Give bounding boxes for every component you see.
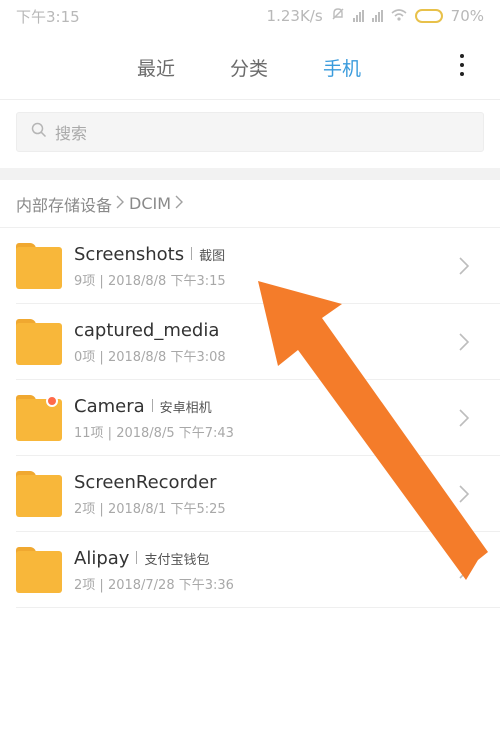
folder-list: Screenshots 截图 9项 | 2018/8/8 下午3:15 capture… xyxy=(0,228,500,608)
folder-icon xyxy=(16,242,62,289)
folder-name: Alipay xyxy=(74,548,130,569)
chevron-right-icon xyxy=(458,332,470,352)
chevron-right-icon xyxy=(458,408,470,428)
chevron-right-icon xyxy=(458,256,470,276)
item-count: 11项 xyxy=(74,426,104,441)
folder-title-line: Screenshots 截图 xyxy=(74,244,500,265)
list-item[interactable]: Alipay 支付宝钱包 2项 | 2018/7/28 下午3:36 xyxy=(16,532,500,608)
folder-meta: 9项 | 2018/8/8 下午3:15 xyxy=(74,274,226,289)
tab-recent[interactable]: 最近 xyxy=(137,54,175,81)
battery-percent: 70% xyxy=(450,7,484,25)
folder-meta: 2项 | 2018/8/1 下午5:25 xyxy=(74,502,226,517)
list-item[interactable]: Camera 安卓相机 11项 | 2018/8/5 下午7:43 xyxy=(16,380,500,456)
status-indicators: 1.23K/s 70% xyxy=(267,7,484,25)
folder-info: captured_media 0项 | 2018/8/8 下午3:08 xyxy=(74,318,500,365)
wifi-icon xyxy=(391,7,407,25)
search-placeholder: 搜索 xyxy=(55,124,88,143)
list-item[interactable]: ScreenRecorder 2项 | 2018/8/1 下午5:25 xyxy=(16,456,500,532)
chevron-right-icon xyxy=(175,194,184,214)
signal-icon xyxy=(352,10,364,22)
modified-date: 2018/7/28 下午3:36 xyxy=(107,578,234,593)
folder-alias: 安卓相机 xyxy=(159,401,212,416)
chevron-right-icon xyxy=(458,560,470,580)
folder-title-line: Camera 安卓相机 xyxy=(74,396,500,417)
section-divider xyxy=(0,168,500,180)
separator xyxy=(191,247,193,260)
folder-name: Screenshots xyxy=(74,244,185,265)
folder-info: Camera 安卓相机 11项 | 2018/8/5 下午7:43 xyxy=(74,394,500,441)
folder-meta: 11项 | 2018/8/5 下午7:43 xyxy=(74,426,234,441)
signal-icon-2 xyxy=(371,10,383,22)
modified-date: 2018/8/1 下午5:25 xyxy=(107,502,226,517)
folder-alias: 支付宝钱包 xyxy=(144,553,210,568)
list-item[interactable]: Screenshots 截图 9项 | 2018/8/8 下午3:15 xyxy=(16,228,500,304)
list-item[interactable]: captured_media 0项 | 2018/8/8 下午3:08 xyxy=(16,304,500,380)
search-container: 搜索 xyxy=(0,100,500,168)
item-count: 9项 xyxy=(74,274,96,289)
separator xyxy=(151,399,153,412)
chevron-right-icon xyxy=(458,484,470,504)
separator xyxy=(136,551,138,564)
status-bar: 下午3:15 1.23K/s 70% xyxy=(0,0,500,32)
folder-alias: 截图 xyxy=(199,249,226,264)
folder-icon xyxy=(16,546,62,593)
folder-name: Camera xyxy=(74,396,145,417)
folder-title-line: ScreenRecorder xyxy=(74,472,500,493)
folder-icon xyxy=(16,318,62,365)
chevron-right-icon xyxy=(116,194,125,214)
folder-name: captured_media xyxy=(74,320,220,341)
folder-icon xyxy=(16,470,62,517)
folder-meta: 0项 | 2018/8/8 下午3:08 xyxy=(74,350,226,365)
item-count: 2项 xyxy=(74,578,96,593)
more-vertical-icon[interactable] xyxy=(460,54,466,76)
folder-info: Screenshots 截图 9项 | 2018/8/8 下午3:15 xyxy=(74,242,500,289)
network-speed: 1.23K/s xyxy=(266,7,323,25)
folder-title-line: captured_media xyxy=(74,320,500,341)
folder-meta: 2项 | 2018/7/28 下午3:36 xyxy=(74,578,234,593)
folder-info: Alipay 支付宝钱包 2项 | 2018/7/28 下午3:36 xyxy=(74,546,500,593)
battery-icon xyxy=(414,9,443,23)
breadcrumb: 内部存储设备 DCIM xyxy=(0,180,500,228)
modified-date: 2018/8/8 下午3:08 xyxy=(107,350,226,365)
mute-bell-icon xyxy=(331,7,345,25)
modified-date: 2018/8/5 下午7:43 xyxy=(116,426,234,441)
item-count: 0项 xyxy=(74,350,96,365)
item-count: 2项 xyxy=(74,502,96,517)
breadcrumb-item-internal-storage[interactable]: 内部存储设备 xyxy=(16,192,112,216)
folder-icon xyxy=(16,394,62,441)
search-input[interactable]: 搜索 xyxy=(16,112,484,152)
folder-info: ScreenRecorder 2项 | 2018/8/1 下午5:25 xyxy=(74,470,500,517)
folder-name: ScreenRecorder xyxy=(74,472,217,493)
tab-phone[interactable]: 手机 xyxy=(323,54,361,81)
breadcrumb-item-dcim[interactable]: DCIM xyxy=(129,194,171,213)
status-time: 下午3:15 xyxy=(16,7,80,26)
search-icon xyxy=(31,122,47,142)
modified-date: 2018/8/8 下午3:15 xyxy=(107,274,226,289)
tab-bar: 最近 分类 手机 xyxy=(0,32,500,100)
camera-badge-icon xyxy=(46,394,58,407)
folder-title-line: Alipay 支付宝钱包 xyxy=(74,548,500,569)
tab-categories[interactable]: 分类 xyxy=(230,54,268,81)
